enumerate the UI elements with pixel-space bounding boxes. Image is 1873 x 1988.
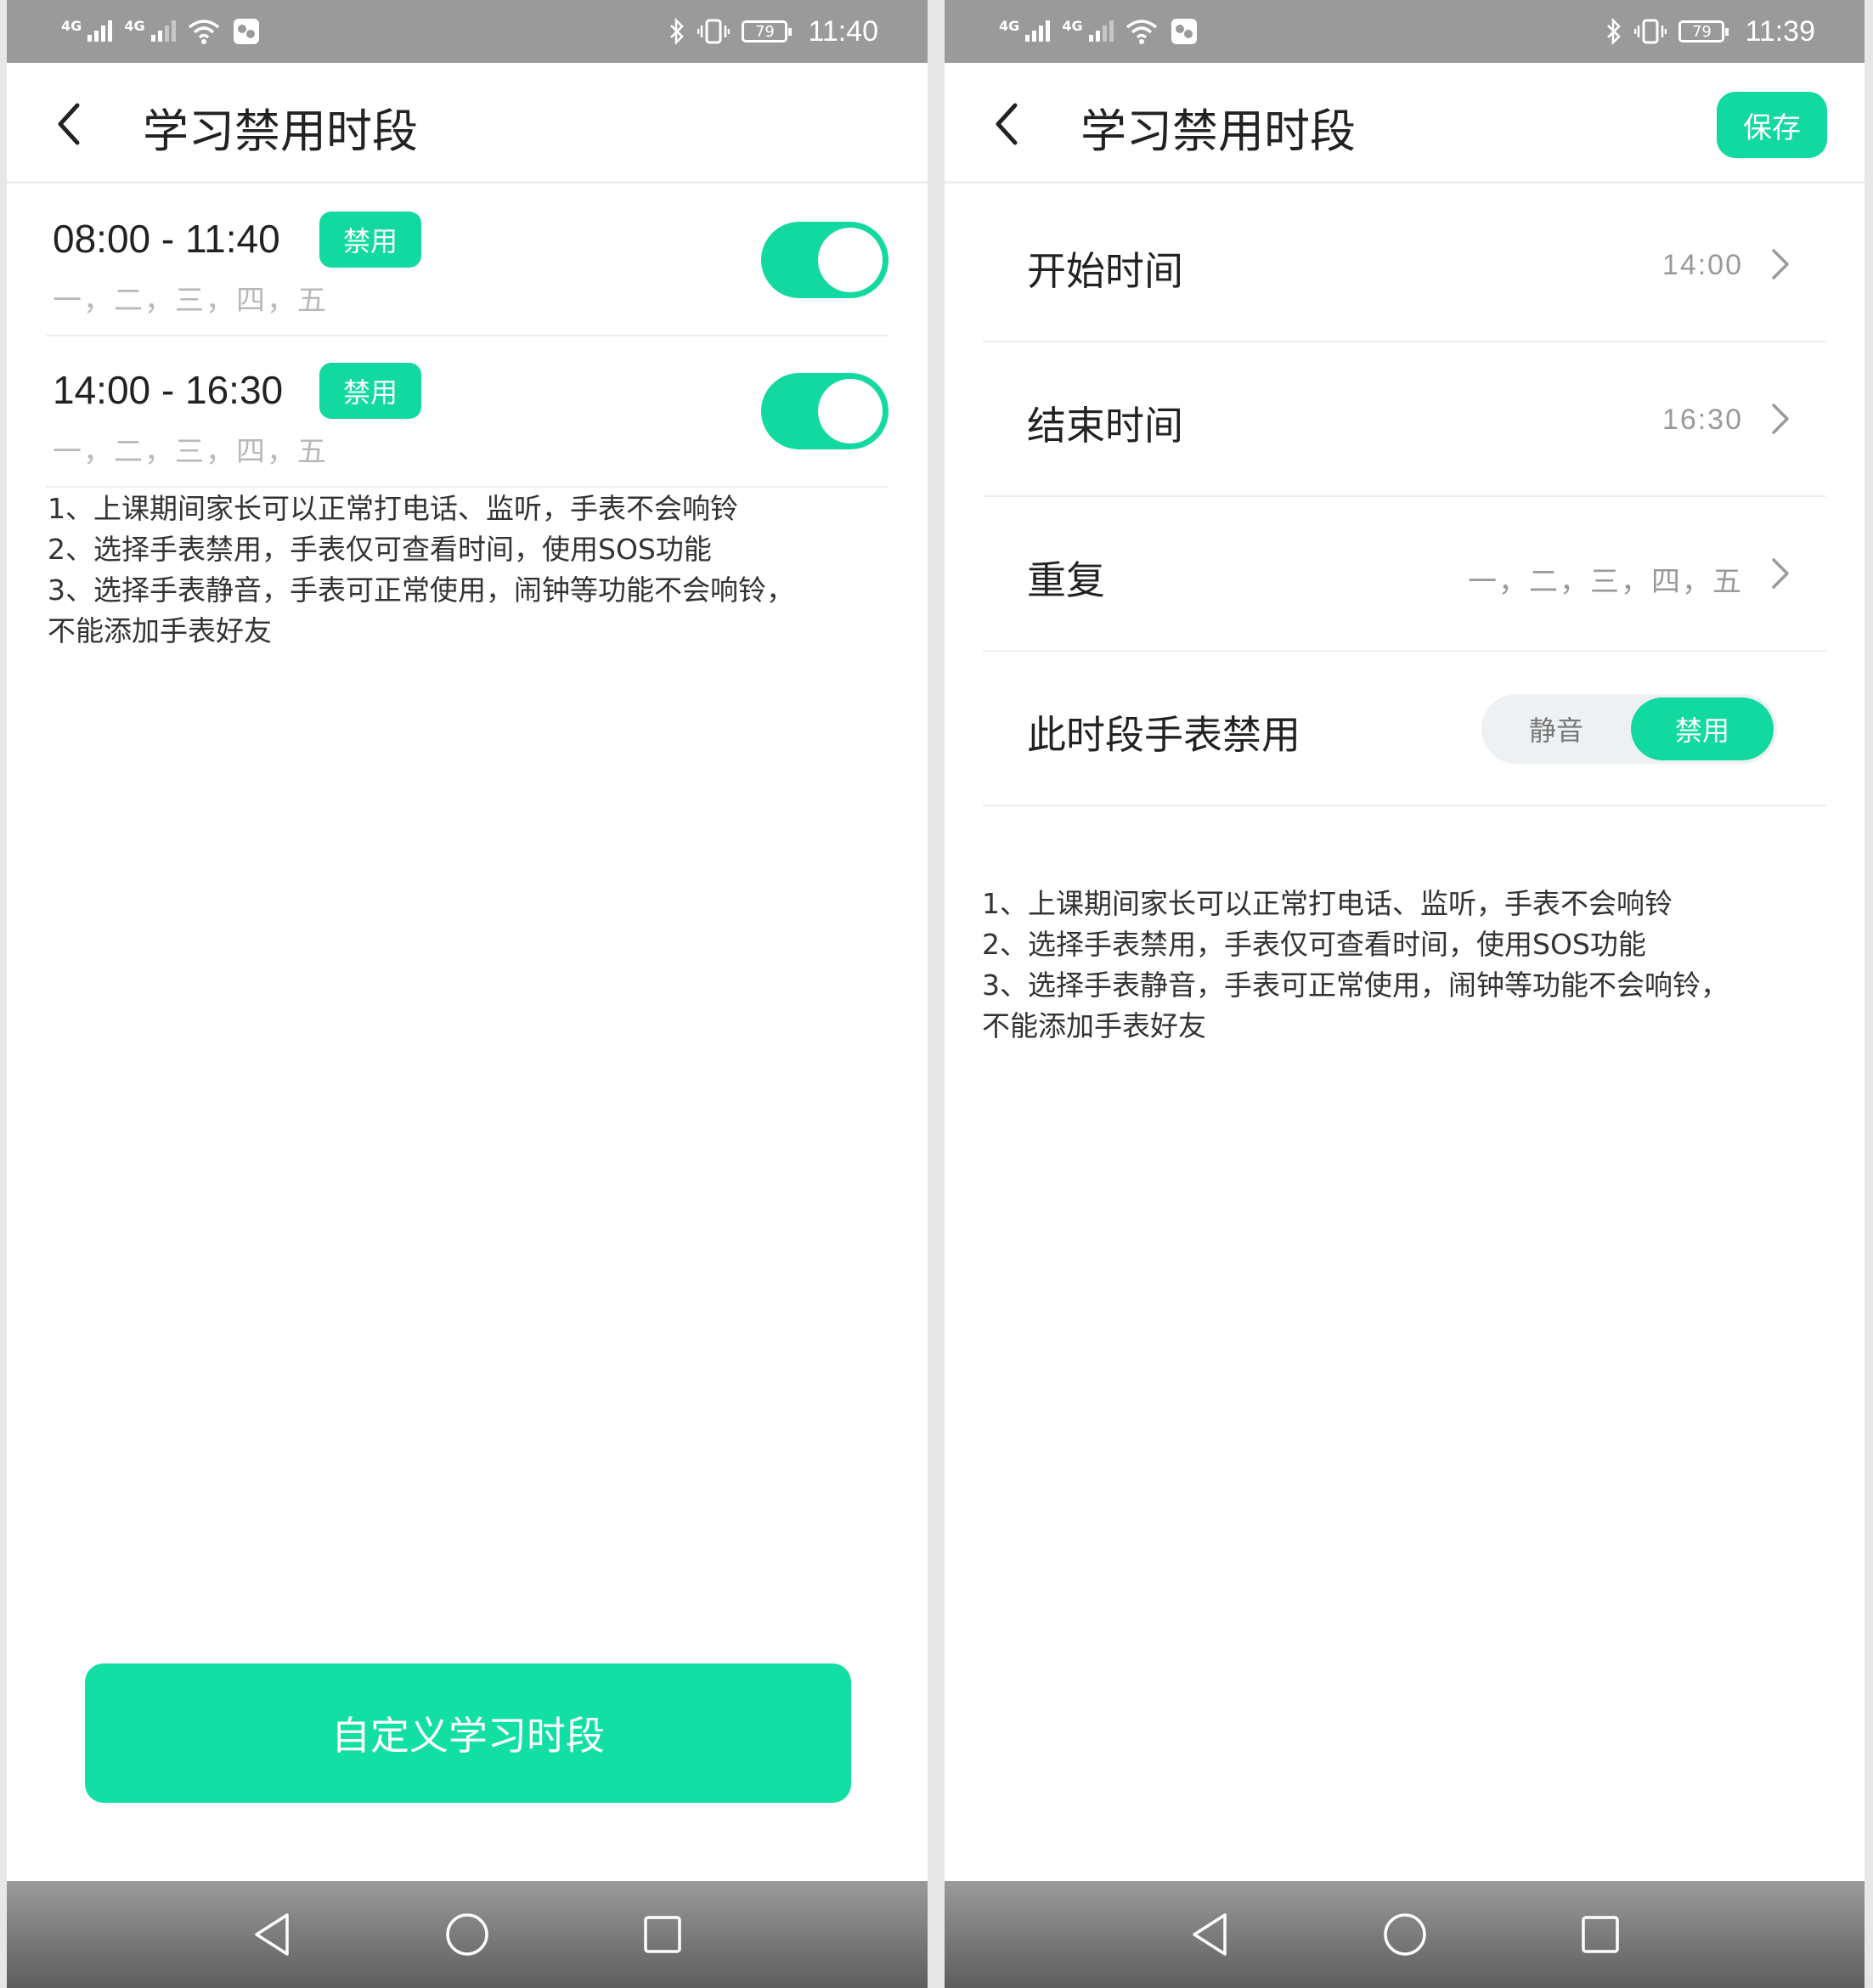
mute-option[interactable]: 静音 [1485,697,1628,760]
setting-value: 16:30 [1661,404,1743,436]
wifi-icon [1125,20,1157,44]
page-title: 学习禁用时段 [1080,104,1356,158]
setting-label: 重复 [1027,557,1105,603]
battery-icon: 79 [742,20,793,42]
period-row[interactable]: 14:00 - 16:30 禁用 一，二，三，四，五 [46,336,889,488]
signal-2: 4G [1062,18,1114,45]
edge-strip [0,0,7,1988]
status-left: 4G 4G [999,17,1199,46]
right-screen: 4G 4G 79 11:39 学习禁用时段 保存 开始时间 14:00 结束时间… [945,0,1865,1988]
network-label: 4G [61,18,82,34]
period-days: 一，二，三，四，五 [53,284,328,318]
edge-strip [1865,0,1873,1988]
period-days: 一，二，三，四，五 [53,435,328,469]
left-screen: 4G 4G 79 11:40 学习禁用时段 08:00 - 11:40 禁用 一… [7,0,928,1988]
status-time: 11:39 [1745,14,1815,48]
nav-back-button[interactable] [242,1905,302,1964]
setting-value: 一，二，三，四，五 [1468,566,1743,598]
back-button[interactable] [982,100,1030,148]
chevron-left-icon [996,103,1018,145]
end-time-row[interactable]: 结束时间 16:30 [983,342,1826,497]
note-line: 不能添加手表好友 [48,614,272,647]
page-frame: 4G 4G 79 11:40 学习禁用时段 08:00 - 11:40 禁用 一… [0,0,1873,1988]
status-right: 79 11:39 [1605,15,1815,48]
note-line: 2、选择手表禁用，手表仅可查看时间，使用SOS功能 [982,928,1646,961]
custom-period-button[interactable]: 自定义学习时段 [85,1663,851,1803]
signal-icon [1088,18,1114,42]
network-label: 4G [124,18,145,34]
nav-home-button[interactable] [437,1905,497,1964]
page-title: 学习禁用时段 [143,104,418,158]
note-line: 2、选择手表禁用，手表仅可查看时间，使用SOS功能 [48,533,712,566]
circle-home-icon [446,1913,488,1956]
note-line: 3、选择手表静音，手表可正常使用，闹钟等功能不会响铃， [48,573,794,607]
back-button[interactable] [44,100,92,148]
setting-label: 此时段手表禁用 [1027,712,1300,758]
note-line: 1、上课期间家长可以正常打电话、监听，手表不会响铃 [48,492,738,525]
status-right: 79 11:40 [669,15,878,48]
square-recent-icon [644,1916,681,1953]
period-toggle[interactable] [761,222,889,298]
note-line: 不能添加手表好友 [982,1009,1206,1042]
app-notification-icon [1171,19,1197,44]
battery-icon: 79 [1678,20,1729,42]
signal-1: 4G [999,18,1051,45]
period-time: 14:00 - 16:30 [53,368,284,412]
circle-home-icon [1383,1913,1426,1956]
notes: 1、上课期间家长可以正常打电话、监听，手表不会响铃 2、选择手表禁用，手表仅可查… [982,884,1729,1047]
bluetooth-icon [670,18,685,45]
network-label: 4G [1062,18,1083,34]
signal-icon [1025,18,1051,42]
mode-row: 此时段手表禁用 静音 禁用 [983,652,1826,806]
panel-divider [928,0,945,1988]
status-left: 4G 4G [61,17,261,46]
period-row[interactable]: 08:00 - 11:40 禁用 一，二，三，四，五 [46,185,889,336]
chevron-left-icon [58,103,80,145]
setting-label: 开始时间 [1027,248,1183,294]
triangle-back-icon [1192,1913,1227,1956]
toggle-knob [818,228,883,292]
repeat-row[interactable]: 重复 一，二，三，四，五 [983,497,1826,652]
app-notification-icon [233,19,259,44]
note-line: 3、选择手表静音，手表可正常使用，闹钟等功能不会响铃， [982,969,1729,1002]
notes: 1、上课期间家长可以正常打电话、监听，手表不会响铃 2、选择手表禁用，手表仅可查… [48,489,794,652]
chevron-right-icon [1772,558,1789,589]
disable-option[interactable]: 禁用 [1631,697,1774,760]
note-line: 1、上课期间家长可以正常打电话、监听，手表不会响铃 [982,887,1673,920]
header: 学习禁用时段 保存 [945,63,1865,184]
nav-back-button[interactable] [1180,1905,1239,1964]
signal-1: 4G [61,18,113,45]
header: 学习禁用时段 [7,63,928,184]
start-time-row[interactable]: 开始时间 14:00 [983,188,1826,342]
toggle-knob [818,379,883,443]
network-label: 4G [999,18,1020,34]
signal-2: 4G [124,18,176,45]
nav-home-button[interactable] [1375,1905,1435,1964]
bluetooth-icon [1607,18,1622,45]
period-time: 08:00 - 11:40 [53,217,280,261]
nav-bar [945,1881,1865,1988]
setting-label: 结束时间 [1027,403,1183,449]
nav-bar [7,1881,928,1988]
mode-segmented-control: 静音 禁用 [1481,694,1777,764]
status-bar: 4G 4G [945,0,1865,63]
period-toggle[interactable] [761,373,889,449]
chevron-right-icon [1772,249,1789,280]
signal-icon [87,18,113,42]
nav-recent-button[interactable] [1571,1905,1630,1964]
square-recent-icon [1581,1916,1619,1953]
save-button[interactable]: 保存 [1717,92,1827,158]
nav-recent-button[interactable] [633,1905,692,1964]
status-time: 11:40 [808,14,878,48]
status-badge: 禁用 [319,212,421,268]
signal-icon [150,18,176,42]
status-bar: 4G 4G [7,0,928,63]
chevron-right-icon [1772,404,1789,434]
wifi-icon [188,20,219,44]
triangle-back-icon [255,1913,289,1956]
vibrate-icon [697,19,731,44]
status-badge: 禁用 [319,363,421,419]
vibrate-icon [1634,19,1667,44]
setting-value: 14:00 [1661,249,1743,281]
